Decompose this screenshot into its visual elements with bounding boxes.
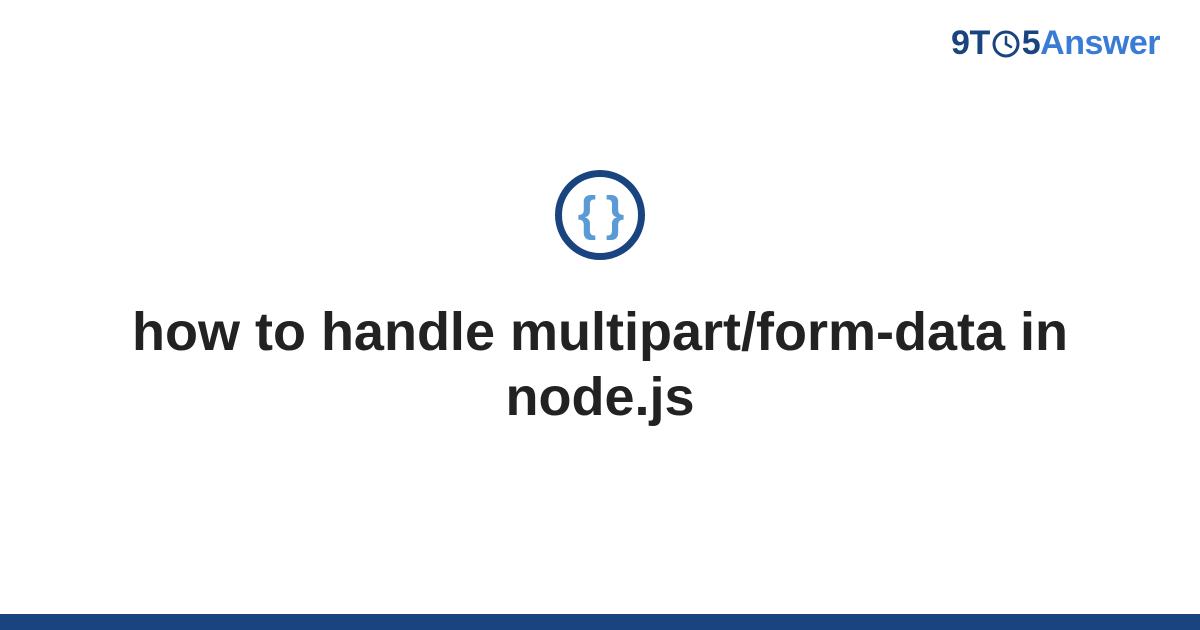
page-title: how to handle multipart/form-data in nod… <box>100 300 1100 430</box>
code-braces-icon: { } <box>555 170 645 260</box>
footer-accent-bar <box>0 614 1200 630</box>
topic-icon-wrap: { } <box>555 170 645 260</box>
main-content: { } how to handle multipart/form-data in… <box>0 0 1200 630</box>
braces-glyph: { } <box>578 191 623 239</box>
